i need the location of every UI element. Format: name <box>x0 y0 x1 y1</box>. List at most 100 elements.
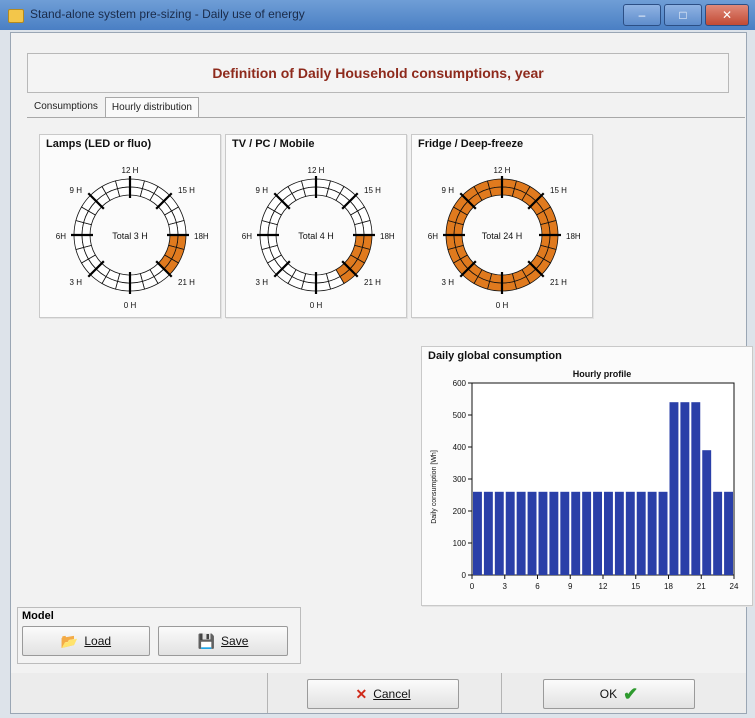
hourly-profile-chart: Hourly profile Daily consumption [Wh] 0 1… <box>431 369 739 591</box>
hour-segment-inner[interactable] <box>315 273 329 284</box>
footer-separator-right <box>501 673 502 713</box>
hour-segment-inner[interactable] <box>117 186 131 197</box>
cancel-label: Cancel <box>373 687 411 701</box>
y-tick-label: 0 <box>462 571 467 580</box>
daily-global-consumption-panel: Daily global consumption Hourly profile … <box>421 346 753 606</box>
tv-label-0h: 0 H <box>310 301 323 310</box>
y-tick-label: 600 <box>453 379 467 388</box>
chart-bar <box>483 491 493 575</box>
chart-bar <box>494 491 504 575</box>
tab-bar: Consumptions Hourly distribution <box>27 95 199 117</box>
folder-icon: 📂 <box>60 633 79 649</box>
window-title: Stand-alone system pre-sizing - Daily us… <box>30 7 305 21</box>
hour-segment-inner[interactable] <box>489 186 503 197</box>
fridge-card: Fridge / Deep-freeze Total 24 H 12 H 15 … <box>411 134 593 318</box>
tv-label-9h: 9 H <box>256 186 269 195</box>
x-tick-label: 21 <box>697 582 706 591</box>
page-title: Definition of Daily Household consumptio… <box>212 65 544 81</box>
chart-bar <box>658 491 668 575</box>
x-tick-label: 6 <box>535 582 540 591</box>
x-tick-label: 18 <box>664 582 673 591</box>
chart-bar <box>516 491 526 575</box>
ok-label: OK <box>599 687 618 701</box>
chart-bar <box>571 491 581 575</box>
lamps-clock[interactable]: Total 3 H 12 H 15 H 18H 21 H 0 H 3 H 6H … <box>40 135 220 317</box>
hour-segment-inner[interactable] <box>540 222 551 236</box>
chart-bar <box>647 491 657 575</box>
chart-bar <box>636 491 646 575</box>
fridge-clock[interactable]: Total 24 H 12 H 15 H 18H 21 H 0 H 3 H 6H… <box>412 135 592 317</box>
footer-separator-left <box>267 673 268 713</box>
checkmark-icon: ✔ <box>623 684 639 704</box>
chart-bar <box>625 491 635 575</box>
model-group: Model 📂 Load 💾 Save <box>17 607 301 664</box>
hour-segment-inner[interactable] <box>267 234 278 248</box>
model-label: Model <box>22 610 54 622</box>
fridge-label-6h: 6H <box>428 232 438 241</box>
fridge-total-label: Total 24 H <box>482 231 523 241</box>
y-tick-label: 200 <box>453 507 467 516</box>
tv-label-15h: 15 H <box>364 186 381 195</box>
lamps-card: Lamps (LED or fluo) Total 3 H 12 H 15 H … <box>39 134 221 318</box>
x-tick-label: 9 <box>568 582 573 591</box>
chart-bar <box>713 491 723 575</box>
fridge-label-9h: 9 H <box>442 186 455 195</box>
x-tick-label: 12 <box>599 582 608 591</box>
chart-title: Hourly profile <box>573 369 632 379</box>
load-button[interactable]: 📂 Load <box>22 626 150 656</box>
chart-bar <box>669 402 679 575</box>
fridge-label-15h: 15 H <box>550 186 567 195</box>
tv-label-6h: 6H <box>242 232 252 241</box>
chart-bar <box>505 491 515 575</box>
minimize-button[interactable]: – <box>623 4 661 26</box>
window-title-bar[interactable]: Stand-alone system pre-sizing - Daily us… <box>0 0 755 30</box>
chart-bar <box>614 491 624 575</box>
cancel-button[interactable]: ✕ Cancel <box>307 679 459 709</box>
tv-pc-mobile-card: TV / PC / Mobile Total 4 H 12 H 15 H 18H… <box>225 134 407 318</box>
tv-label-18h: 18H <box>380 232 395 241</box>
hour-segment-inner[interactable] <box>453 234 464 248</box>
hour-segment-inner[interactable] <box>303 186 317 197</box>
lamps-label-6h: 6H <box>56 232 66 241</box>
tv-total-label: Total 4 H <box>298 231 334 241</box>
lamps-label-0h: 0 H <box>124 301 137 310</box>
chart-bar <box>680 402 690 575</box>
tv-label-3h: 3 H <box>256 278 269 287</box>
hour-segment-inner[interactable] <box>81 234 92 248</box>
y-tick-label: 100 <box>453 539 467 548</box>
x-tick-label: 24 <box>730 582 739 591</box>
save-label: Save <box>221 634 249 648</box>
chart-bar <box>604 491 613 575</box>
ok-button[interactable]: OK ✔ <box>543 679 695 709</box>
chart-ylabel: Daily consumption [Wh] <box>431 450 438 524</box>
tv-pc-mobile-clock[interactable]: Total 4 H 12 H 15 H 18H 21 H 0 H 3 H 6H … <box>226 135 406 317</box>
cancel-x-icon: ✕ <box>355 686 368 702</box>
load-label: Load <box>84 634 112 648</box>
lamps-label-12h: 12 H <box>122 166 139 175</box>
tv-label-21h: 21 H <box>364 278 381 287</box>
tab-hourly-distribution[interactable]: Hourly distribution <box>104 97 199 117</box>
maximize-button[interactable]: □ <box>664 4 702 26</box>
lamps-label-3h: 3 H <box>70 278 83 287</box>
chart-bar <box>691 402 701 575</box>
hour-segment-inner[interactable] <box>354 222 365 236</box>
lamps-label-21h: 21 H <box>178 278 195 287</box>
chart-bar <box>560 491 570 575</box>
lamps-total-label: Total 3 H <box>112 231 148 241</box>
lamps-label-15h: 15 H <box>178 186 195 195</box>
header-panel: Definition of Daily Household consumptio… <box>27 53 729 93</box>
dialog-body: Definition of Daily Household consumptio… <box>10 32 753 714</box>
chart-bar <box>549 491 559 575</box>
chart-bar <box>702 450 712 575</box>
x-tick-label: 3 <box>503 582 508 591</box>
x-tick-label: 15 <box>631 582 640 591</box>
lamps-label-18h: 18H <box>194 232 209 241</box>
hour-segment-inner[interactable] <box>501 273 515 284</box>
tab-panel-hourly-distribution: Lamps (LED or fluo) Total 3 H 12 H 15 H … <box>27 117 753 606</box>
close-button[interactable]: ✕ <box>705 4 749 26</box>
save-button[interactable]: 💾 Save <box>158 626 288 656</box>
hour-segment-inner[interactable] <box>129 273 143 284</box>
tab-consumptions[interactable]: Consumptions <box>27 96 105 117</box>
chart-bar <box>593 491 602 575</box>
hour-segment-inner[interactable] <box>168 222 179 236</box>
